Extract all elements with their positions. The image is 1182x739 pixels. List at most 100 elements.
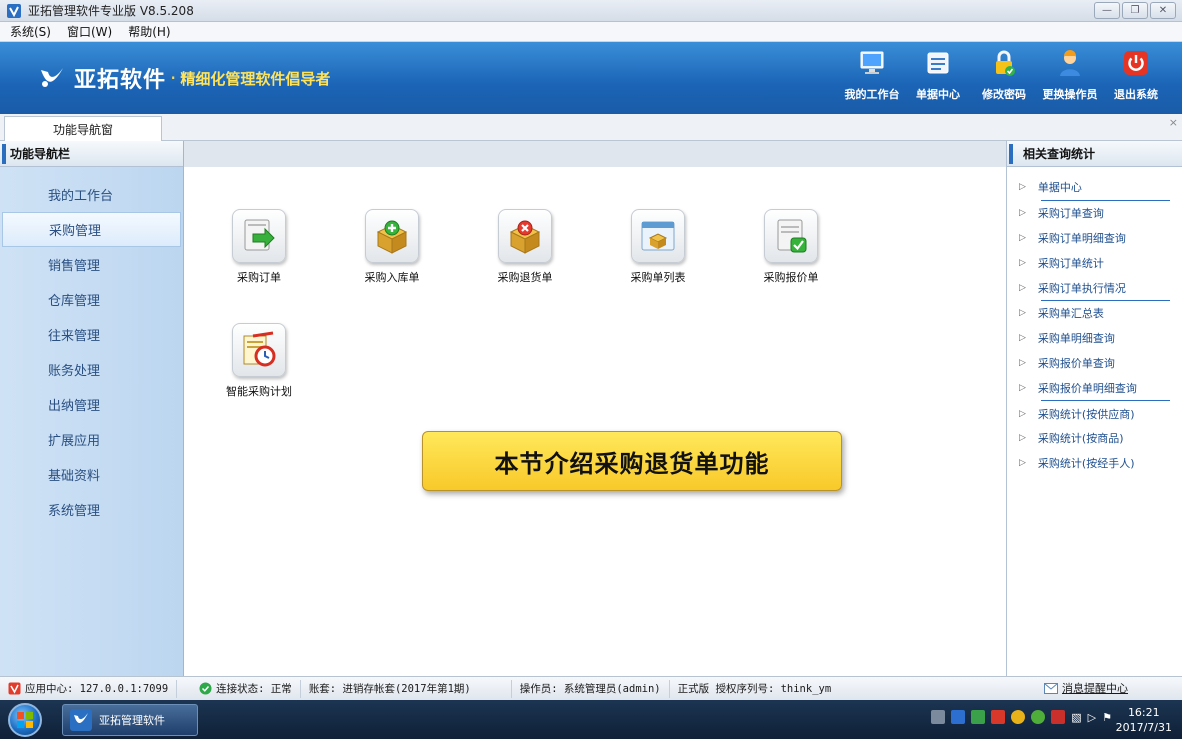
triangle-right-icon: ▷ xyxy=(1019,282,1026,293)
feature-purchase-return[interactable]: 采购退货单 xyxy=(475,209,575,285)
link-label: 采购统计(按经手人) xyxy=(1037,457,1135,471)
left-nav-header: 功能导航栏 xyxy=(0,141,183,167)
triangle-right-icon: ▷ xyxy=(1019,408,1026,419)
tool-label: 单据中心 xyxy=(916,88,960,101)
status-account: 账套: 进销存帐套(2017年第1期) xyxy=(301,679,512,698)
link-label: 采购订单明细查询 xyxy=(1037,231,1126,245)
lock-icon xyxy=(989,48,1019,78)
tool-change-password[interactable]: 修改密码 xyxy=(978,48,1030,102)
feature-label: 采购退货单 xyxy=(497,271,553,284)
box-remove-icon xyxy=(498,209,552,263)
header-toolbar: 我的工作台 单据中心 修改密码 更换操作员 退出系统 xyxy=(845,48,1162,102)
tool-document-center[interactable]: 单据中心 xyxy=(912,48,964,102)
maximize-button[interactable]: ❐ xyxy=(1122,2,1148,19)
query-link-list: ▷ 单据中心 ▷ 采购订单查询 ▷ 采购订单明细查询 ▷ 采购订单统计 ▷ 采购订单执行情… xyxy=(1007,167,1182,476)
link-order-execution[interactable]: ▷ 采购订单执行情况 xyxy=(1007,275,1182,300)
volume-icon[interactable]: ▷ xyxy=(1088,711,1096,724)
app-center-tray-icon[interactable] xyxy=(991,710,1006,724)
keyboard-icon[interactable] xyxy=(931,710,946,724)
minimize-button[interactable]: — xyxy=(1094,2,1120,19)
nav-item-bookkeeping[interactable]: 账务处理 xyxy=(0,352,183,387)
link-label: 采购统计(按供应商) xyxy=(1037,407,1135,421)
menu-system[interactable]: 系统(S) xyxy=(8,23,53,40)
close-button[interactable]: ✕ xyxy=(1150,2,1176,19)
tool-label: 更换操作员 xyxy=(1042,88,1098,101)
link-quotation-detail-query[interactable]: ▷ 采购报价单明细查询 xyxy=(1007,375,1182,400)
status-bar: 应用中心: 127.0.0.1:7099 连接状态: 正常 账套: 进销存帐套(… xyxy=(0,676,1182,700)
main-content: 采购订单 采购入库单 采购退货单 采购单列表 采购报价单 智能采购计划 本节介绍… xyxy=(184,167,1006,676)
document-check-icon xyxy=(764,209,818,263)
brand-name: 亚拓软件 xyxy=(74,68,167,93)
shield-icon[interactable] xyxy=(1031,710,1046,724)
feature-purchase-quotation[interactable]: 采购报价单 xyxy=(741,209,841,285)
feature-purchase-order[interactable]: 采购订单 xyxy=(209,209,309,285)
link-label: 采购订单统计 xyxy=(1037,256,1104,270)
signal-icon[interactable]: ▧ xyxy=(1071,711,1081,724)
tool-label: 修改密码 xyxy=(982,88,1026,101)
feature-label: 采购报价单 xyxy=(763,271,819,284)
tray-app-icon[interactable] xyxy=(971,710,986,724)
link-stats-by-handler[interactable]: ▷ 采购统计(按经手人) xyxy=(1007,451,1182,476)
feature-purchase-receipt[interactable]: 采购入库单 xyxy=(342,209,442,285)
menu-window[interactable]: 窗口(W) xyxy=(65,23,114,40)
nav-item-warehouse-management[interactable]: 仓库管理 xyxy=(0,282,183,317)
security-tray-icon[interactable] xyxy=(1011,710,1026,724)
nav-item-basic-data[interactable]: 基础资料 xyxy=(0,457,183,492)
link-order-query[interactable]: ▷ 采购订单查询 xyxy=(1007,201,1182,226)
tool-my-workbench[interactable]: 我的工作台 xyxy=(845,48,900,102)
right-panel-header: 相关查询统计 xyxy=(1007,141,1182,167)
list-box-icon xyxy=(631,209,685,263)
system-tray: ▧ ▷ ⚑ xyxy=(931,710,1112,724)
triangle-right-icon: ▷ xyxy=(1019,257,1026,268)
box-add-icon xyxy=(365,209,419,263)
taskbar-app-button[interactable]: 亚拓管理软件 xyxy=(62,703,198,736)
nav-item-sales-management[interactable]: 销售管理 xyxy=(0,247,183,282)
input-method-icon[interactable] xyxy=(1051,710,1066,724)
link-label: 采购订单查询 xyxy=(1037,207,1104,221)
flag-icon[interactable]: ⚑ xyxy=(1102,711,1112,724)
app-icon xyxy=(7,3,21,18)
nav-item-system-management[interactable]: 系统管理 xyxy=(0,492,183,527)
feature-label: 智能采购计划 xyxy=(226,385,292,398)
nav-item-purchase-management[interactable]: 采购管理 xyxy=(2,212,181,247)
link-order-detail-query[interactable]: ▷ 采购订单明细查询 xyxy=(1007,226,1182,251)
tool-exit-system[interactable]: 退出系统 xyxy=(1110,48,1162,102)
message-center-link[interactable]: 消息提醒中心 xyxy=(1044,680,1128,696)
triangle-right-icon: ▷ xyxy=(1019,333,1026,344)
header-banner: 亚拓软件 · 精细化管理软件倡导者 我的工作台 单据中心 修改密码 更换操作员 … xyxy=(0,42,1182,114)
close-icon[interactable]: × xyxy=(1169,116,1178,129)
link-stats-by-product[interactable]: ▷ 采购统计(按商品) xyxy=(1007,426,1182,451)
tool-switch-operator[interactable]: 更换操作员 xyxy=(1042,48,1098,102)
message-center-label: 消息提醒中心 xyxy=(1062,682,1128,695)
taskbar-clock[interactable]: 16:21 2017/7/31 xyxy=(1116,705,1172,735)
triangle-right-icon: ▷ xyxy=(1019,382,1026,393)
nav-item-extensions[interactable]: 扩展应用 xyxy=(0,422,183,457)
left-nav-panel: 功能导航栏 我的工作台 采购管理 销售管理 仓库管理 往来管理 账务处理 出纳管… xyxy=(0,141,184,676)
feature-label: 采购入库单 xyxy=(364,271,420,284)
triangle-right-icon: ▷ xyxy=(1019,182,1026,193)
link-label: 采购统计(按商品) xyxy=(1037,432,1124,446)
nav-item-cashier[interactable]: 出纳管理 xyxy=(0,387,183,422)
status-app-center: 应用中心: 127.0.0.1:7099 xyxy=(0,679,178,698)
link-quotation-query[interactable]: ▷ 采购报价单查询 xyxy=(1007,351,1182,376)
nav-item-accounts-management[interactable]: 往来管理 xyxy=(0,317,183,352)
status-license: 正式版 授权序列号: think_ym xyxy=(677,683,832,695)
link-document-center[interactable]: ▷ 单据中心 xyxy=(1007,175,1182,200)
link-order-statistics[interactable]: ▷ 采购订单统计 xyxy=(1007,250,1182,275)
link-purchase-summary[interactable]: ▷ 采购单汇总表 xyxy=(1007,301,1182,326)
triangle-right-icon: ▷ xyxy=(1019,232,1026,243)
link-label: 采购单明细查询 xyxy=(1037,332,1115,346)
document-list-icon xyxy=(923,48,953,78)
feature-purchase-list[interactable]: 采购单列表 xyxy=(608,209,708,285)
menu-help[interactable]: 帮助(H) xyxy=(126,23,172,40)
link-purchase-detail-query[interactable]: ▷ 采购单明细查询 xyxy=(1007,326,1182,351)
link-stats-by-supplier[interactable]: ▷ 采购统计(按供应商) xyxy=(1007,401,1182,426)
nav-item-my-workbench[interactable]: 我的工作台 xyxy=(0,177,183,212)
clock-time: 16:21 xyxy=(1127,706,1160,719)
network-app-icon[interactable] xyxy=(951,710,966,724)
mail-icon xyxy=(1044,682,1058,694)
start-button[interactable] xyxy=(8,702,42,737)
link-label: 采购报价单明细查询 xyxy=(1037,381,1137,395)
tab-function-navigator[interactable]: 功能导航窗 xyxy=(4,116,162,142)
feature-smart-purchase-plan[interactable]: 智能采购计划 xyxy=(209,323,309,399)
